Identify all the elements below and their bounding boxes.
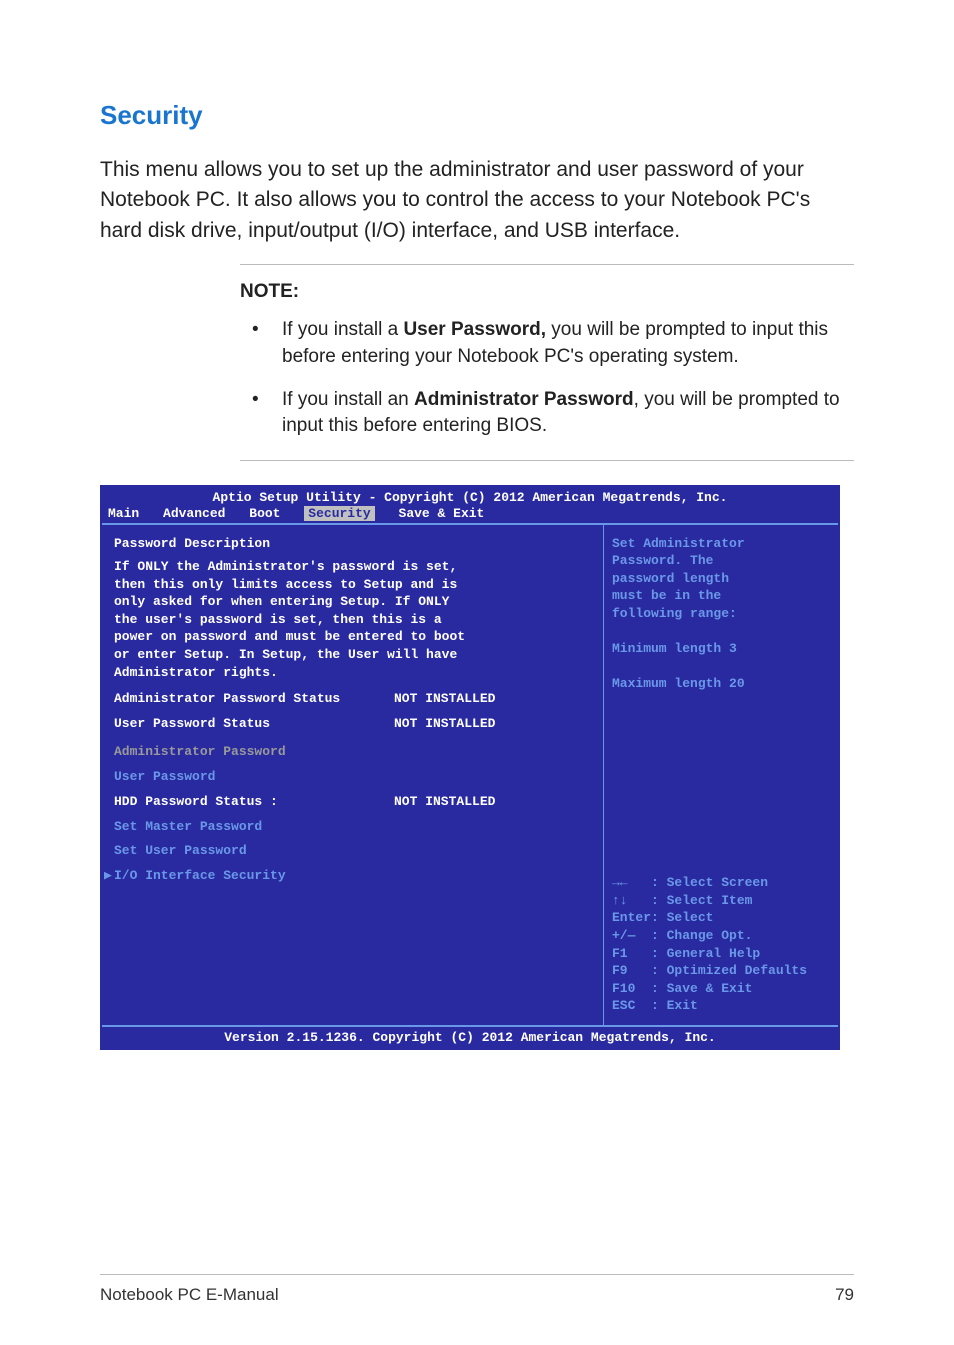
- note-text: If you install a User Password, you will…: [282, 317, 854, 370]
- bios-desc-line: or enter Setup. In Setup, the User will …: [114, 646, 591, 664]
- note-item: • If you install an Administrator Passwo…: [240, 387, 854, 440]
- bios-tabs: Main Advanced Boot Security Save & Exit: [102, 506, 838, 523]
- bios-set-user-password: Set User Password: [114, 839, 591, 864]
- bios-admin-pw-status-row: Administrator Password Status NOT INSTAL…: [114, 687, 591, 712]
- note-pre: If you install a: [282, 319, 403, 340]
- bios-row-label: HDD Password Status :: [114, 790, 394, 815]
- bios-row-label: Administrator Password Status: [114, 687, 394, 712]
- bios-tab-main: Main: [108, 506, 139, 521]
- bios-desc-line: only asked for when entering Setup. If O…: [114, 593, 591, 611]
- help-line: Minimum length 3: [612, 640, 832, 658]
- bios-io-interface-security: ▶ I/O Interface Security: [114, 864, 591, 889]
- bios-pw-desc-title: Password Description: [114, 535, 591, 553]
- bios-hdd-pw-status-row: HDD Password Status : NOT INSTALLED: [114, 790, 591, 815]
- bios-desc-line: the user's password is set, then this is…: [114, 611, 591, 629]
- bios-link-label: Set User Password: [114, 839, 394, 864]
- bios-header: Aptio Setup Utility - Copyright (C) 2012…: [102, 487, 838, 506]
- note-bold: Administrator Password: [414, 389, 634, 410]
- bios-admin-password-link: Administrator Password: [114, 740, 591, 765]
- key-help-line: F10 : Save & Exit: [612, 980, 832, 998]
- bios-user-pw-status-row: User Password Status NOT INSTALLED: [114, 712, 591, 737]
- bios-tab-save-exit: Save & Exit: [399, 506, 485, 521]
- bios-row-value: NOT INSTALLED: [394, 687, 495, 712]
- bios-screenshot: Aptio Setup Utility - Copyright (C) 2012…: [100, 485, 840, 1050]
- bios-row-label: User Password Status: [114, 712, 394, 737]
- note-text: If you install an Administrator Password…: [282, 387, 854, 440]
- bios-tab-advanced: Advanced: [163, 506, 225, 521]
- page-number: 79: [835, 1285, 854, 1305]
- triangle-right-icon: ▶: [104, 864, 112, 889]
- bios-row-value: NOT INSTALLED: [394, 790, 495, 815]
- key-help-line: Enter: Select: [612, 909, 832, 927]
- bios-link-label: I/O Interface Security: [114, 864, 394, 889]
- help-line: Maximum length 20: [612, 675, 832, 693]
- bios-link-label: Set Master Password: [114, 815, 394, 840]
- note-pre: If you install an: [282, 389, 414, 410]
- note-bold: User Password,: [403, 319, 546, 340]
- key-help-line: ESC : Exit: [612, 997, 832, 1015]
- note-item: • If you install a User Password, you wi…: [240, 317, 854, 370]
- note-block: NOTE: • If you install a User Password, …: [240, 264, 854, 460]
- bios-desc-line: then this only limits access to Setup an…: [114, 576, 591, 594]
- key-help-line: F9 : Optimized Defaults: [612, 962, 832, 980]
- bios-link-label: Administrator Password: [114, 740, 394, 765]
- intro-paragraph: This menu allows you to set up the admin…: [100, 155, 854, 246]
- key-help-line: F1 : General Help: [612, 945, 832, 963]
- help-line: Set Administrator: [612, 535, 832, 553]
- key-help-line: ↑↓ : Select Item: [612, 892, 832, 910]
- bullet-icon: •: [240, 387, 282, 440]
- footer-title: Notebook PC E-Manual: [100, 1285, 279, 1305]
- key-help-line: →← : Select Screen: [612, 874, 832, 892]
- help-line: [612, 622, 832, 640]
- bios-user-password-link: User Password: [114, 765, 591, 790]
- help-line: [612, 658, 832, 676]
- bios-left-pane: Password Description If ONLY the Adminis…: [102, 525, 604, 1025]
- bios-link-label: User Password: [114, 765, 394, 790]
- bios-desc-line: Administrator rights.: [114, 664, 591, 682]
- section-heading: Security: [100, 100, 854, 131]
- page-footer: Notebook PC E-Manual 79: [100, 1274, 854, 1305]
- bios-desc-line: If ONLY the Administrator's password is …: [114, 558, 591, 576]
- bios-footer: Version 2.15.1236. Copyright (C) 2012 Am…: [102, 1025, 838, 1048]
- bios-set-master-password: Set Master Password: [114, 815, 591, 840]
- bios-tab-boot: Boot: [249, 506, 280, 521]
- help-line: following range:: [612, 605, 832, 623]
- note-label: NOTE:: [240, 281, 854, 303]
- bios-desc-line: power on password and must be entered to…: [114, 628, 591, 646]
- bios-row-value: NOT INSTALLED: [394, 712, 495, 737]
- help-line: Password. The: [612, 552, 832, 570]
- bios-context-help: Set Administrator Password. The password…: [612, 535, 832, 693]
- help-line: must be in the: [612, 587, 832, 605]
- help-line: password length: [612, 570, 832, 588]
- bios-right-pane: Set Administrator Password. The password…: [604, 525, 838, 1025]
- key-help-line: +/— : Change Opt.: [612, 927, 832, 945]
- bios-tab-security: Security: [304, 506, 374, 521]
- bullet-icon: •: [240, 317, 282, 370]
- bios-key-help: →← : Select Screen ↑↓ : Select Item Ente…: [612, 874, 832, 1014]
